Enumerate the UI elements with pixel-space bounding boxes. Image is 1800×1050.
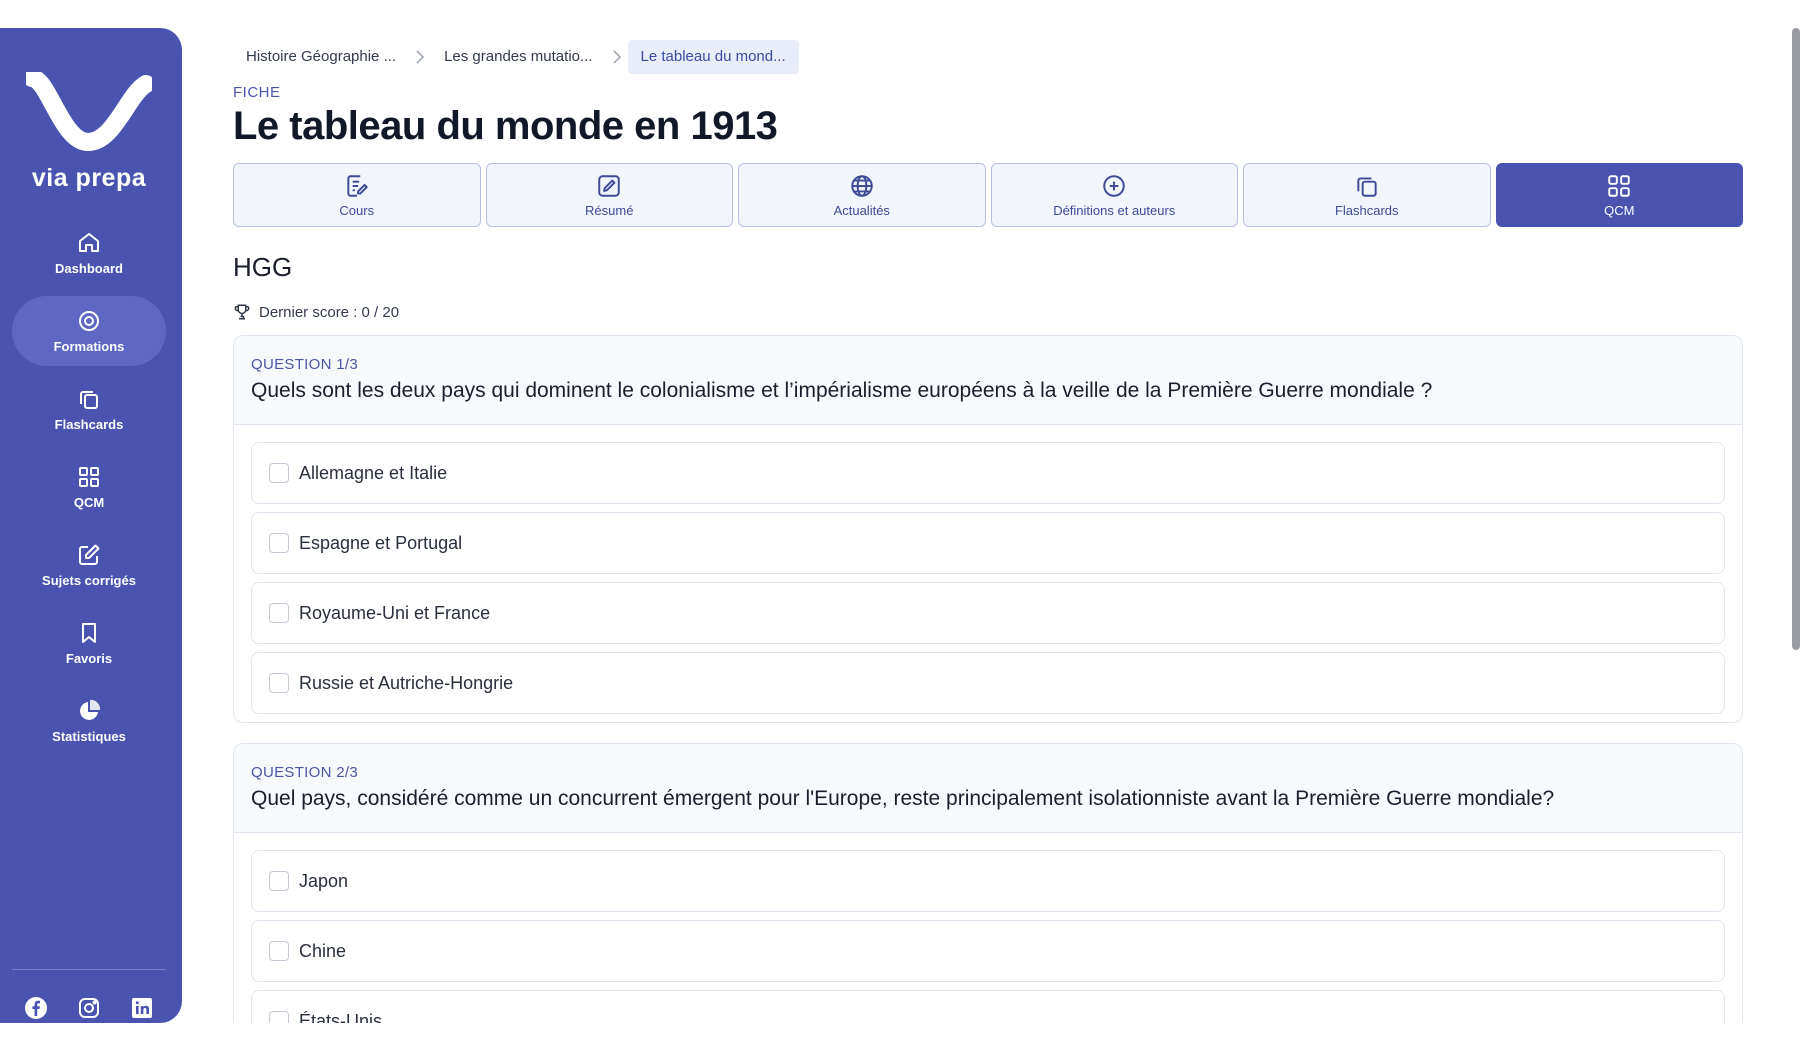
tab-resume[interactable]: Résumé xyxy=(485,163,733,227)
sidebar-item-label: Favoris xyxy=(65,650,113,666)
answer-list: Allemagne et Italie Espagne et Portugal … xyxy=(234,425,1742,714)
question-text: Quel pays, considéré comme un concurrent… xyxy=(251,787,1555,810)
sidebar-nav: Dashboard Formations Flashcards QCM Suje… xyxy=(12,218,166,764)
sidebar-item-statistiques[interactable]: Statistiques xyxy=(12,686,166,756)
bookmark-icon xyxy=(82,622,96,643)
sidebar-item-label: Dashboard xyxy=(55,260,123,276)
question-card: QUESTION 1/3 Quels sont les deux pays qu… xyxy=(233,335,1743,723)
tab-label: Actualités xyxy=(833,202,890,218)
tab-definitions-auteurs[interactable]: Définitions et auteurs xyxy=(990,163,1238,227)
sidebar-item-favoris[interactable]: Favoris xyxy=(12,608,166,678)
brand-name: via prepa xyxy=(31,164,147,192)
app: via prepa Dashboard Formations Flashcard… xyxy=(0,0,1800,1050)
copy-icon xyxy=(80,390,98,409)
sidebar-item-dashboard[interactable]: Dashboard xyxy=(12,218,166,288)
question-header: QUESTION 2/3 Quel pays, considéré comme … xyxy=(234,744,1742,833)
answer-label: Royaume-Uni et France xyxy=(299,602,491,623)
breadcrumb: Histoire Géographie ... Les grandes muta… xyxy=(233,40,799,74)
breadcrumb-item[interactable]: Les grandes mutatio... xyxy=(431,40,605,74)
answer-option[interactable]: Japon xyxy=(251,850,1725,912)
answer-label: Espagne et Portugal xyxy=(299,532,463,553)
sidebar-divider xyxy=(12,969,166,970)
grid-icon xyxy=(79,466,99,487)
sidebar-item-label: Flashcards xyxy=(54,416,124,432)
question-number: QUESTION 2/3 xyxy=(251,764,358,781)
tab-label: QCM xyxy=(1604,202,1635,218)
sidebar-item-label: Sujets corrigés xyxy=(42,572,136,588)
sidebar: via prepa Dashboard Formations Flashcard… xyxy=(0,28,182,1023)
answer-checkbox[interactable] xyxy=(269,533,289,553)
home-icon xyxy=(79,232,99,252)
sidebar-item-label: QCM xyxy=(73,494,105,510)
main-content: Histoire Géographie ... Les grandes muta… xyxy=(233,0,1743,1023)
answer-option[interactable]: États-Unis xyxy=(251,990,1725,1023)
pen-square-icon xyxy=(598,174,620,197)
answer-list: Japon Chine États-Unis xyxy=(234,833,1742,1023)
target-icon xyxy=(79,310,99,331)
page-scrollbar[interactable] xyxy=(1792,28,1800,650)
answer-checkbox[interactable] xyxy=(269,1011,289,1023)
tab-label: Résumé xyxy=(585,202,634,218)
question-number: QUESTION 1/3 xyxy=(251,356,358,373)
page-eyebrow: FICHE xyxy=(233,84,281,101)
question-text: Quels sont les deux pays qui dominent le… xyxy=(251,379,1433,402)
answer-option[interactable]: Chine xyxy=(251,920,1725,982)
answer-option[interactable]: Russie et Autriche-Hongrie xyxy=(251,652,1725,714)
tab-actualites[interactable]: Actualités xyxy=(738,163,986,227)
answer-label: Japon xyxy=(299,870,349,891)
answer-label: États-Unis xyxy=(299,1010,383,1024)
tab-label: Cours xyxy=(339,202,375,218)
sidebar-item-label: Statistiques xyxy=(52,728,126,744)
tab-label: Définitions et auteurs xyxy=(1053,202,1176,218)
answer-option[interactable]: Allemagne et Italie xyxy=(251,442,1725,504)
pie-chart-icon xyxy=(80,699,101,720)
chevron-right-icon xyxy=(409,40,431,74)
tab-cours[interactable]: Cours xyxy=(233,163,481,227)
answer-checkbox[interactable] xyxy=(269,603,289,623)
question-header: QUESTION 1/3 Quels sont les deux pays qu… xyxy=(234,336,1742,425)
last-score-text: Dernier score : 0 / 20 xyxy=(259,303,400,321)
tab-flashcards[interactable]: Flashcards xyxy=(1243,163,1491,227)
globe-icon xyxy=(851,174,873,197)
tab-label: Flashcards xyxy=(1334,202,1399,218)
subject-heading: HGG xyxy=(233,252,293,282)
sidebar-item-sujets-corriges[interactable]: Sujets corrigés xyxy=(12,530,166,600)
answer-checkbox[interactable] xyxy=(269,871,289,891)
note-icon xyxy=(347,174,368,197)
answer-label: Allemagne et Italie xyxy=(299,462,448,483)
sidebar-item-label: Formations xyxy=(53,338,125,354)
sidebar-item-formations[interactable]: Formations xyxy=(12,296,166,366)
breadcrumb-item[interactable]: Histoire Géographie ... xyxy=(233,40,409,74)
brand-logo-mark xyxy=(26,72,152,152)
grid-icon xyxy=(1608,174,1630,197)
instagram-icon[interactable] xyxy=(77,996,101,1020)
answer-checkbox[interactable] xyxy=(269,463,289,483)
answer-option[interactable]: Espagne et Portugal xyxy=(251,512,1725,574)
answer-checkbox[interactable] xyxy=(269,673,289,693)
linkedin-icon[interactable] xyxy=(130,996,154,1020)
answer-label: Russie et Autriche-Hongrie xyxy=(299,672,514,693)
plus-circle-icon xyxy=(1103,174,1125,197)
last-score: Dernier score : 0 / 20 xyxy=(233,303,399,321)
sidebar-item-flashcards[interactable]: Flashcards xyxy=(12,374,166,444)
chevron-right-icon xyxy=(606,40,628,74)
facebook-icon[interactable] xyxy=(24,996,48,1020)
content-tabs: Cours Résumé Actualités Définitions et a… xyxy=(233,163,1743,227)
brand-logo[interactable]: via prepa xyxy=(26,72,152,192)
copy-icon xyxy=(1357,176,1377,197)
breadcrumb-current[interactable]: Le tableau du mond... xyxy=(627,40,799,74)
question-card: QUESTION 2/3 Quel pays, considéré comme … xyxy=(233,743,1743,1023)
page-title: Le tableau du monde en 1913 xyxy=(233,104,778,148)
answer-checkbox[interactable] xyxy=(269,941,289,961)
trophy-icon xyxy=(234,304,250,320)
tab-qcm[interactable]: QCM xyxy=(1495,163,1743,227)
social-links xyxy=(24,996,154,1020)
sidebar-item-qcm[interactable]: QCM xyxy=(12,452,166,522)
answer-label: Chine xyxy=(299,940,347,961)
edit-icon xyxy=(79,544,100,565)
answer-option[interactable]: Royaume-Uni et France xyxy=(251,582,1725,644)
